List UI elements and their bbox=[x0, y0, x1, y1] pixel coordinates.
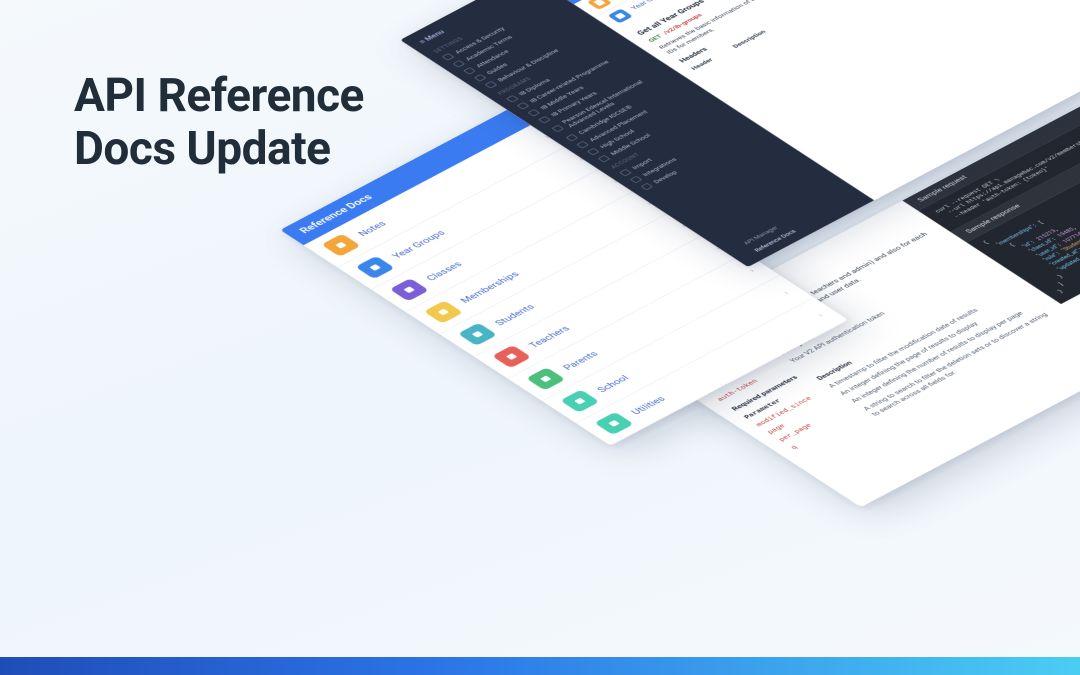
app-window: ≡ Menu SETTINGS Access & Security Academ… bbox=[400, 0, 1080, 267]
chevron-right-icon: › bbox=[814, 311, 825, 318]
nav-row-icon bbox=[526, 367, 566, 390]
detail-resp-code: { "memberships": [ { "id": 215213, "clas… bbox=[967, 140, 1080, 304]
doc-body: Get all Year Groups GET /v2/ib-groups Re… bbox=[615, 0, 1004, 81]
chevron-right-icon: › bbox=[745, 267, 756, 274]
nav-stack-banner: Reference Docs bbox=[280, 104, 541, 245]
chevron-right-icon: › bbox=[780, 289, 791, 296]
nav-row-icon bbox=[355, 256, 395, 279]
nav-row-icon bbox=[458, 323, 498, 346]
nav-row-icon bbox=[424, 300, 464, 323]
nav-row-label: Utilities bbox=[629, 394, 668, 416]
footer-gradient bbox=[0, 657, 1080, 675]
nav-row-label: Notes bbox=[356, 219, 389, 238]
nav-row-label: Parents bbox=[560, 349, 600, 371]
nav-row-label: School bbox=[594, 373, 631, 394]
year-groups-icon bbox=[608, 9, 633, 24]
nav-row-icon bbox=[560, 390, 600, 413]
nav-row-icon bbox=[389, 278, 429, 301]
isometric-stage: ≡ Menu SETTINGS Access & Security Academ… bbox=[320, 120, 1080, 675]
nav-row-icon bbox=[594, 412, 634, 435]
nav-row-icon bbox=[492, 345, 532, 368]
nav-row-label: Classes bbox=[424, 260, 465, 283]
notes-icon bbox=[587, 0, 612, 10]
nav-row-label: Students bbox=[492, 302, 537, 327]
nav-row-label: Teachers bbox=[526, 324, 572, 349]
nav-row-icon bbox=[321, 234, 361, 257]
